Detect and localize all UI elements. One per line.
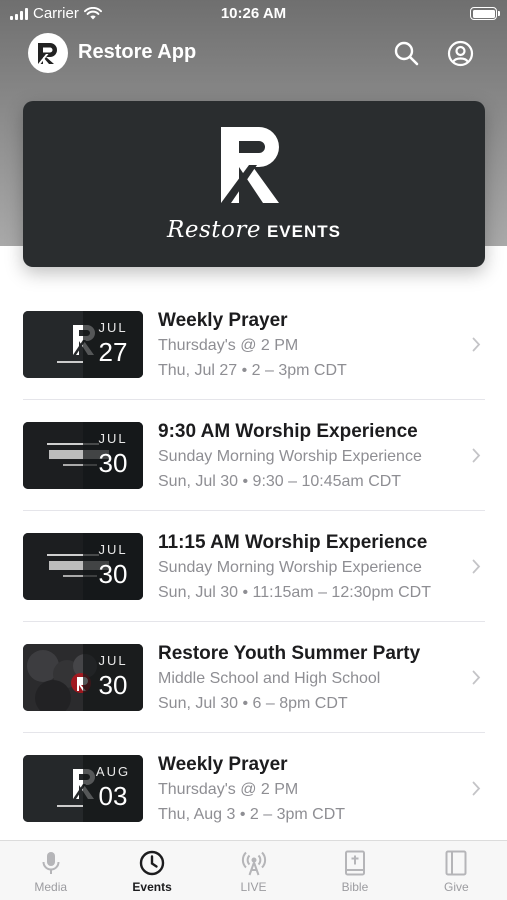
tab-media[interactable]: Media xyxy=(0,841,101,900)
tab-live[interactable]: LIVE xyxy=(203,841,304,900)
event-date-badge: JUL 27 xyxy=(83,311,143,378)
app-title: Restore App xyxy=(78,41,197,63)
account-icon xyxy=(447,40,473,66)
app-logo[interactable] xyxy=(28,33,68,73)
events-banner: Restore EVENTS xyxy=(23,101,485,267)
event-datetime: Sun, Jul 30 • 9:30 – 10:45am CDT xyxy=(158,473,402,490)
status-bar: Carrier 10:26 AM xyxy=(0,0,507,28)
account-button[interactable] xyxy=(445,38,475,68)
bible-icon xyxy=(344,850,365,876)
event-thumbnail: JUL 30 xyxy=(23,644,143,711)
search-icon xyxy=(394,41,419,66)
chevron-right-icon xyxy=(472,559,481,574)
tab-label: Bible xyxy=(341,880,369,894)
event-thumbnail: JUL 30 xyxy=(23,422,143,489)
event-subtitle: Sunday Morning Worship Experience xyxy=(158,559,422,576)
tab-label: Media xyxy=(34,880,68,894)
chevron-right-icon xyxy=(472,670,481,685)
clock-icon xyxy=(139,850,165,876)
event-day: 27 xyxy=(98,337,128,367)
event-subtitle: Sunday Morning Worship Experience xyxy=(158,448,422,465)
tab-label: Events xyxy=(132,880,172,894)
event-title: Restore Youth Summer Party xyxy=(158,643,421,664)
event-day: 03 xyxy=(98,781,128,811)
event-day: 30 xyxy=(98,670,128,700)
event-month: JUL xyxy=(98,653,128,668)
event-thumbnail: JUL 27 xyxy=(23,311,143,378)
event-row[interactable]: JUL 30 11:15 AM Worship Experience Sunday M… xyxy=(0,511,507,622)
chevron-right-icon xyxy=(472,337,481,352)
event-title: Weekly Prayer xyxy=(158,310,288,331)
event-thumbnail: JUL 30 xyxy=(23,533,143,600)
event-row[interactable]: AUG 03 Weekly Prayer Thursday's @ 2 PM Thu, … xyxy=(0,733,507,844)
event-datetime: Thu, Jul 27 • 2 – 3pm CDT xyxy=(158,362,347,379)
event-title: 9:30 AM Worship Experience xyxy=(158,421,418,442)
banner-caption: Restore EVENTS xyxy=(23,217,485,243)
event-row[interactable]: JUL 30 9:30 AM Worship Experience Sunday Mo… xyxy=(0,400,507,511)
event-date-badge: JUL 30 xyxy=(83,644,143,711)
event-datetime: Thu, Aug 3 • 2 – 3pm CDT xyxy=(158,806,346,823)
battery-icon xyxy=(470,7,500,20)
banner-script-text: Restore xyxy=(167,217,261,243)
tab-bar: Media Events LIVE Bible Give xyxy=(0,840,507,900)
tab-give[interactable]: Give xyxy=(406,841,507,900)
tab-label: Give xyxy=(443,880,469,894)
search-button[interactable] xyxy=(391,38,421,68)
chevron-right-icon xyxy=(472,781,481,796)
event-date-badge: AUG 03 xyxy=(83,755,143,822)
event-subtitle: Thursday's @ 2 PM xyxy=(158,337,299,354)
event-date-badge: JUL 30 xyxy=(83,533,143,600)
event-month: AUG xyxy=(95,764,131,779)
broadcast-icon xyxy=(241,851,266,876)
tab-bible[interactable]: Bible xyxy=(304,841,405,900)
restore-logo-icon xyxy=(38,43,57,64)
event-day: 30 xyxy=(98,448,128,478)
banner-events-text: EVENTS xyxy=(266,222,341,241)
event-month: JUL xyxy=(98,320,128,335)
event-subtitle: Thursday's @ 2 PM xyxy=(158,781,299,798)
event-row[interactable]: JUL 27 Weekly Prayer Thursday's @ 2 PM Thu, … xyxy=(0,289,507,400)
give-icon xyxy=(445,850,467,876)
event-thumbnail: AUG 03 xyxy=(23,755,143,822)
tab-label: LIVE xyxy=(240,880,267,894)
event-row[interactable]: JUL 30 Restore Youth Summer Party Middle Sc… xyxy=(0,622,507,733)
event-date-badge: JUL 30 xyxy=(83,422,143,489)
microphone-icon xyxy=(42,852,60,874)
event-month: JUL xyxy=(98,542,128,557)
event-title: Weekly Prayer xyxy=(158,754,288,775)
chevron-right-icon xyxy=(472,448,481,463)
event-datetime: Sun, Jul 30 • 6 – 8pm CDT xyxy=(158,695,348,712)
event-datetime: Sun, Jul 30 • 11:15am – 12:30pm CDT xyxy=(158,584,432,601)
app-bar: Restore App xyxy=(0,30,507,76)
restore-banner-logo-icon xyxy=(221,127,279,203)
status-time: 10:26 AM xyxy=(220,5,287,22)
event-month: JUL xyxy=(98,431,128,446)
event-title: 11:15 AM Worship Experience xyxy=(158,532,428,553)
event-day: 30 xyxy=(98,559,128,589)
event-subtitle: Middle School and High School xyxy=(158,670,381,687)
tab-events[interactable]: Events xyxy=(101,841,202,900)
